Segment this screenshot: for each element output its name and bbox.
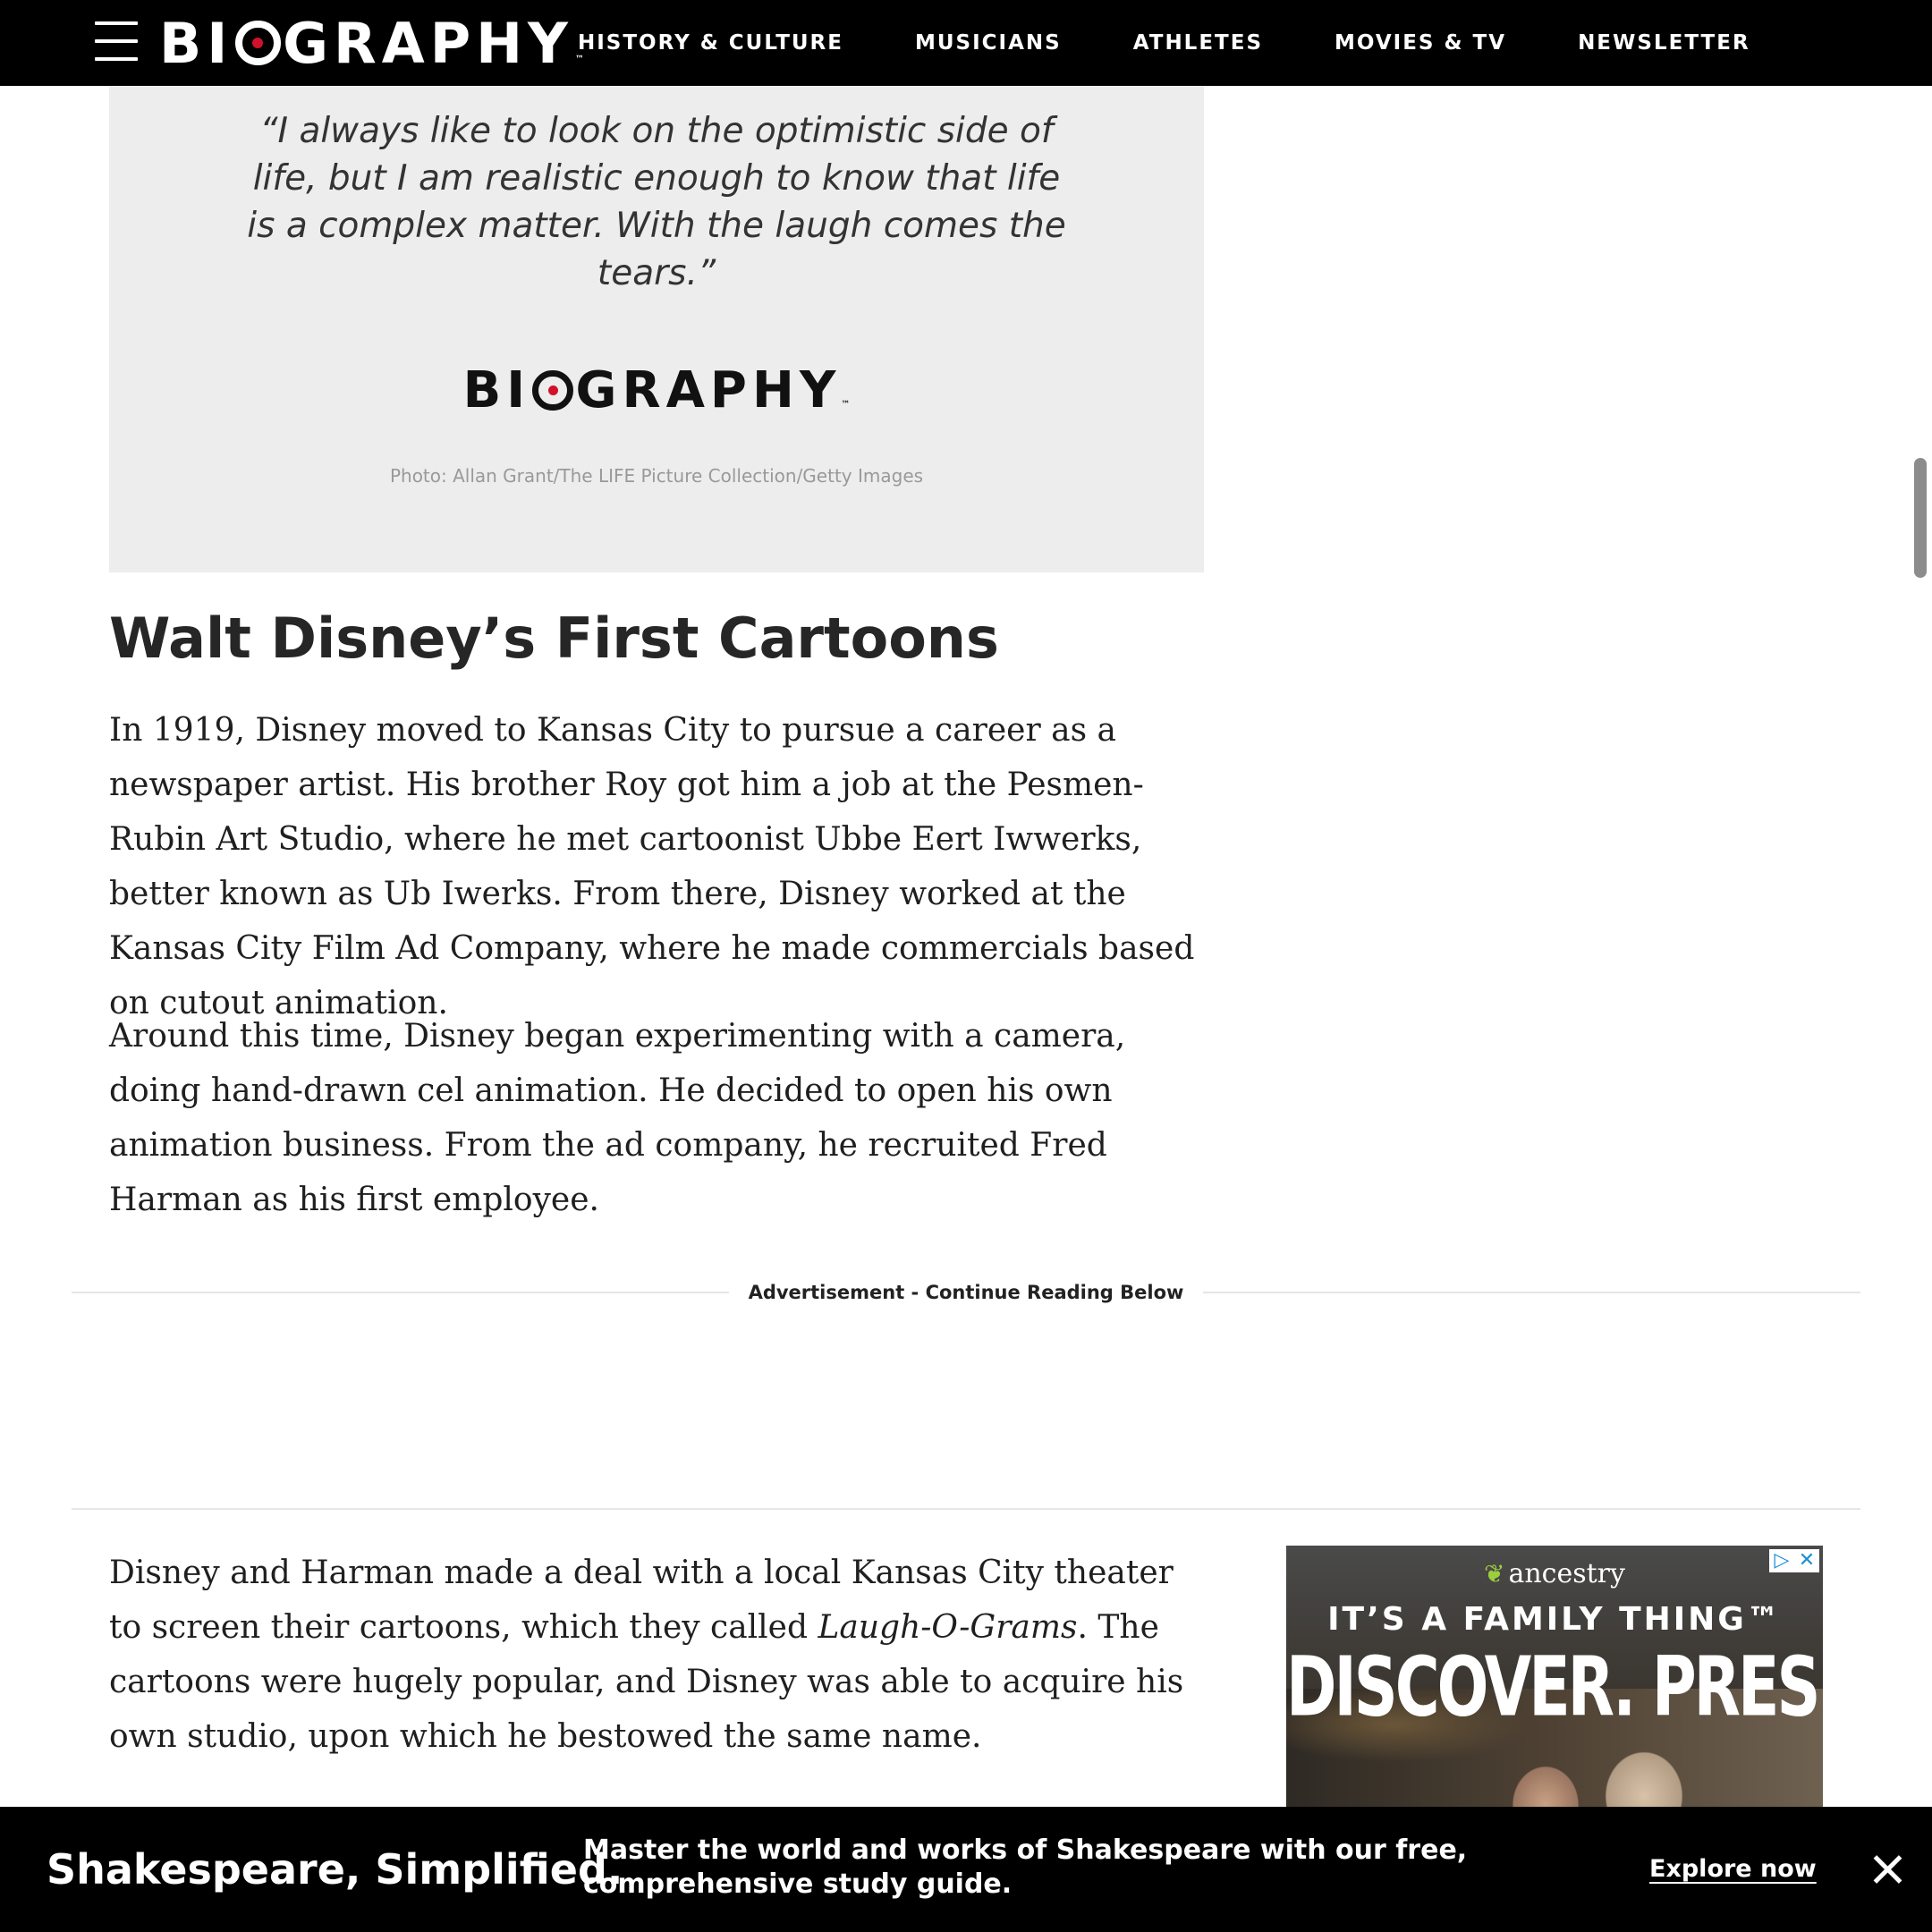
quote-logo-o-dot-icon: [532, 369, 574, 411]
photo-credit: Photo: Allan Grant/The LIFE Picture Coll…: [389, 465, 924, 487]
promo-banner: Shakespeare, Simplified. Master the worl…: [0, 1807, 1932, 1932]
main-nav: HISTORY & CULTURE MUSICIANS ATHLETES MOV…: [578, 0, 1750, 86]
promo-title: Shakespeare, Simplified.: [47, 1845, 623, 1894]
ad-close-icon[interactable]: ✕: [1794, 1549, 1819, 1572]
nav-link-musicians[interactable]: MUSICIANS: [915, 31, 1062, 55]
close-icon[interactable]: [1869, 1852, 1905, 1887]
article-paragraph-1: In 1919, Disney moved to Kansas City to …: [109, 712, 1195, 1021]
ad-choices: ▷ ✕: [1769, 1549, 1819, 1572]
advertisement-label: Advertisement - Continue Reading Below: [728, 1277, 1204, 1308]
nav-link-athletes[interactable]: ATHLETES: [1133, 31, 1263, 55]
explore-now-link[interactable]: Explore now: [1649, 1807, 1817, 1932]
quote-card-logo: BI GRAPHY™: [462, 361, 851, 419]
quote-text: “I always like to look on the optimistic…: [247, 111, 1066, 293]
ad-divider-bottom: [72, 1508, 1860, 1510]
nav-link-history-culture[interactable]: HISTORY & CULTURE: [578, 31, 843, 55]
ancestry-ad[interactable]: ❦ ancestry IT’S A FAMILY THING™ DISCOVER.…: [1286, 1546, 1823, 1807]
ad-tagline: IT’S A FAMILY THING™: [1327, 1601, 1782, 1638]
ad-headline: DISCOVER. PRESERVE. SHARE.: [1286, 1640, 1823, 1736]
laugh-o-grams-title: Laugh-O-Grams: [818, 1609, 1078, 1646]
article-paragraph-2: Around this time, Disney began experimen…: [109, 1018, 1126, 1218]
nav-link-movies-tv[interactable]: MOVIES & TV: [1335, 31, 1506, 55]
ad-choices-icon[interactable]: ▷: [1769, 1549, 1794, 1572]
hamburger-menu-icon[interactable]: [95, 21, 138, 61]
ad-label-row: Advertisement - Continue Reading Below: [0, 1277, 1932, 1308]
nav-link-newsletter[interactable]: NEWSLETTER: [1578, 31, 1750, 55]
ancestry-leaf-icon: ❦: [1484, 1559, 1505, 1589]
article-paragraph-3: Disney and Harman made a deal with a loc…: [109, 1546, 1209, 1764]
logo-o-dot-icon: [234, 20, 281, 66]
site-logo[interactable]: BI GRAPHY ™: [159, 9, 584, 77]
quote-image-card: “I always like to look on the optimistic…: [109, 86, 1204, 572]
scrollbar-thumb[interactable]: [1914, 458, 1927, 578]
ad-brand-name: ancestry: [1508, 1558, 1625, 1589]
ad-brand: ❦ ancestry: [1286, 1558, 1823, 1589]
top-navigation-bar: BI GRAPHY ™ HISTORY & CULTURE MUSICIANS AT…: [0, 0, 1932, 86]
promo-description: Master the world and works of Shakespear…: [583, 1835, 1468, 1900]
section-heading: Walt Disney’s First Cartoons: [109, 606, 999, 671]
